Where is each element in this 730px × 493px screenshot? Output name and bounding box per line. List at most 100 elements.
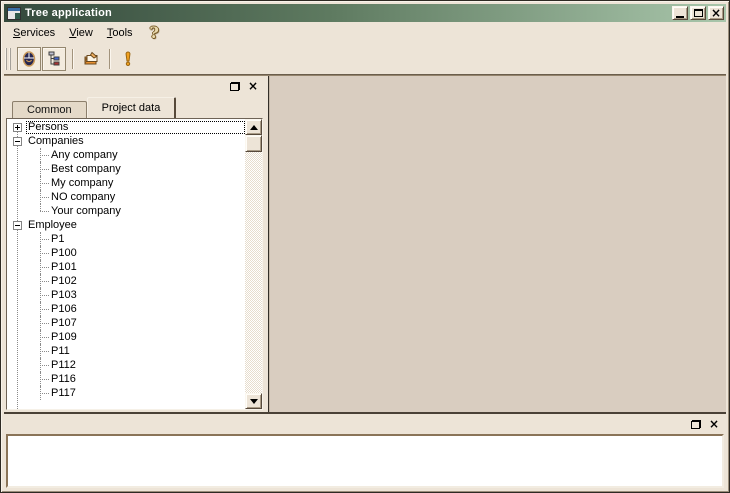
close-icon: × — [248, 80, 258, 92]
mouse-icon — [21, 51, 37, 67]
maximize-icon — [694, 9, 703, 17]
tree-item-label[interactable]: P1 — [49, 233, 245, 246]
tree-item-label[interactable]: Best company — [49, 163, 245, 176]
tree-item-label[interactable]: P101 — [49, 261, 245, 274]
bottom-dock-float-button[interactable] — [688, 417, 704, 431]
tree-item-label[interactable]: Persons — [26, 121, 245, 134]
tree-connector-line — [31, 204, 49, 218]
tree-item-label[interactable]: Any company — [49, 149, 245, 162]
tree-item-your-company[interactable]: Your company — [7, 204, 245, 218]
tree-item-label[interactable]: P109 — [49, 331, 245, 344]
tree-item-label[interactable]: Companies — [26, 135, 245, 148]
tree-item-label[interactable]: P11 — [49, 345, 245, 358]
tree-connector-line — [31, 316, 49, 330]
mouse-tool-button[interactable] — [17, 47, 41, 71]
tree-item-label[interactable]: P116 — [49, 373, 245, 386]
tree-connector-line — [31, 190, 49, 204]
minimize-button[interactable] — [672, 6, 688, 20]
left-dock-panel: × Common Project data PersonsCompaniesAn… — [4, 76, 265, 412]
tree-item-no-company[interactable]: NO company — [7, 190, 245, 204]
toolbar-separator — [72, 49, 74, 69]
tree-item-companies[interactable]: Companies — [7, 134, 245, 148]
collapse-minus-icon[interactable] — [13, 221, 22, 230]
exclamation-button[interactable] — [116, 47, 140, 71]
bottom-dock-header[interactable]: × — [4, 414, 726, 434]
notebook-hand-icon — [83, 51, 99, 67]
tree-item-any-company[interactable]: Any company — [7, 148, 245, 162]
tree-item-p103[interactable]: P103 — [7, 288, 245, 302]
menu-view[interactable]: View — [62, 24, 100, 42]
tree-connector-line — [31, 288, 49, 302]
toolbar-handle[interactable] — [5, 48, 11, 70]
left-dock-float-button[interactable] — [227, 79, 243, 93]
scroll-down-button[interactable] — [245, 393, 262, 409]
tree-item-persons[interactable]: Persons — [7, 120, 245, 134]
tree-item-label[interactable]: NO company — [49, 191, 245, 204]
collapse-minus-icon[interactable] — [13, 137, 22, 146]
notebook-button[interactable] — [79, 47, 103, 71]
tree-connector-line — [31, 358, 49, 372]
close-button[interactable]: × — [708, 6, 724, 20]
tree-item-my-company[interactable]: My company — [7, 176, 245, 190]
tree-item-p102[interactable]: P102 — [7, 274, 245, 288]
scroll-up-button[interactable] — [245, 119, 262, 135]
tree-item-label[interactable]: Employee — [26, 219, 245, 232]
tree-vertical-scrollbar[interactable] — [245, 119, 262, 409]
tree-connector-line — [31, 260, 49, 274]
tree-item-label[interactable]: Your company — [49, 205, 245, 218]
expand-plus-icon[interactable] — [13, 123, 22, 132]
tree-item-best-company[interactable]: Best company — [7, 162, 245, 176]
tree-item-employee[interactable]: Employee — [7, 218, 245, 232]
tree-item-p101[interactable]: P101 — [7, 260, 245, 274]
tree-widget: PersonsCompaniesAny companyBest companyM… — [6, 118, 263, 410]
left-dock-close-button[interactable]: × — [245, 79, 261, 93]
main-area: × Common Project data PersonsCompaniesAn… — [4, 76, 726, 412]
left-dock-header[interactable]: × — [4, 76, 265, 96]
tree-connector-line — [31, 176, 49, 190]
tree-item-p116[interactable]: P116 — [7, 372, 245, 386]
tree-item-p117[interactable]: P117 — [7, 386, 245, 400]
float-icon — [691, 420, 701, 429]
tree-item-label[interactable]: P103 — [49, 289, 245, 302]
menu-tools[interactable]: Tools — [100, 24, 140, 42]
tree-item-p112[interactable]: P112 — [7, 358, 245, 372]
tree-item-p11[interactable]: P11 — [7, 344, 245, 358]
tree-connector-line — [31, 274, 49, 288]
tree-item-label[interactable]: P102 — [49, 275, 245, 288]
tree-view-button[interactable] — [42, 47, 66, 71]
float-icon — [230, 82, 240, 91]
tree-item-label[interactable]: P112 — [49, 359, 245, 372]
bottom-dock-close-button[interactable]: × — [706, 417, 722, 431]
arrow-up-icon — [250, 125, 258, 130]
tree-item-label[interactable]: P117 — [49, 387, 245, 400]
left-dock-tabbar: Common Project data — [4, 96, 265, 118]
toolbar — [1, 44, 729, 74]
close-icon: × — [711, 8, 721, 18]
close-icon: × — [709, 418, 719, 430]
tree-item-p1[interactable]: P1 — [7, 232, 245, 246]
tree-connector-line — [31, 148, 49, 162]
tree-item-label[interactable]: P106 — [49, 303, 245, 316]
scrollbar-track[interactable] — [245, 152, 262, 393]
bottom-dock-panel: × — [4, 414, 726, 492]
tree-item-p107[interactable]: P107 — [7, 316, 245, 330]
minimize-icon — [676, 16, 684, 18]
log-output-area[interactable] — [6, 434, 724, 488]
tab-common[interactable]: Common — [12, 101, 87, 118]
tree-item-p106[interactable]: P106 — [7, 302, 245, 316]
menu-services[interactable]: Services — [6, 24, 62, 42]
tree-connector-line — [31, 232, 49, 246]
scrollbar-thumb[interactable] — [245, 135, 262, 152]
titlebar[interactable]: Tree application × — [4, 4, 726, 22]
tree-item-label[interactable]: P107 — [49, 317, 245, 330]
tree-item-label[interactable]: P100 — [49, 247, 245, 260]
window-title: Tree application — [25, 7, 670, 19]
tree-item-p109[interactable]: P109 — [7, 330, 245, 344]
workspace-panel — [268, 76, 726, 412]
tree-item-label[interactable]: My company — [49, 177, 245, 190]
tree-view-icon — [46, 51, 62, 67]
maximize-button[interactable] — [690, 6, 706, 20]
tree-item-p100[interactable]: P100 — [7, 246, 245, 260]
tab-project-data[interactable]: Project data — [87, 97, 177, 118]
help-menu-icon[interactable]: ? — [150, 25, 159, 41]
